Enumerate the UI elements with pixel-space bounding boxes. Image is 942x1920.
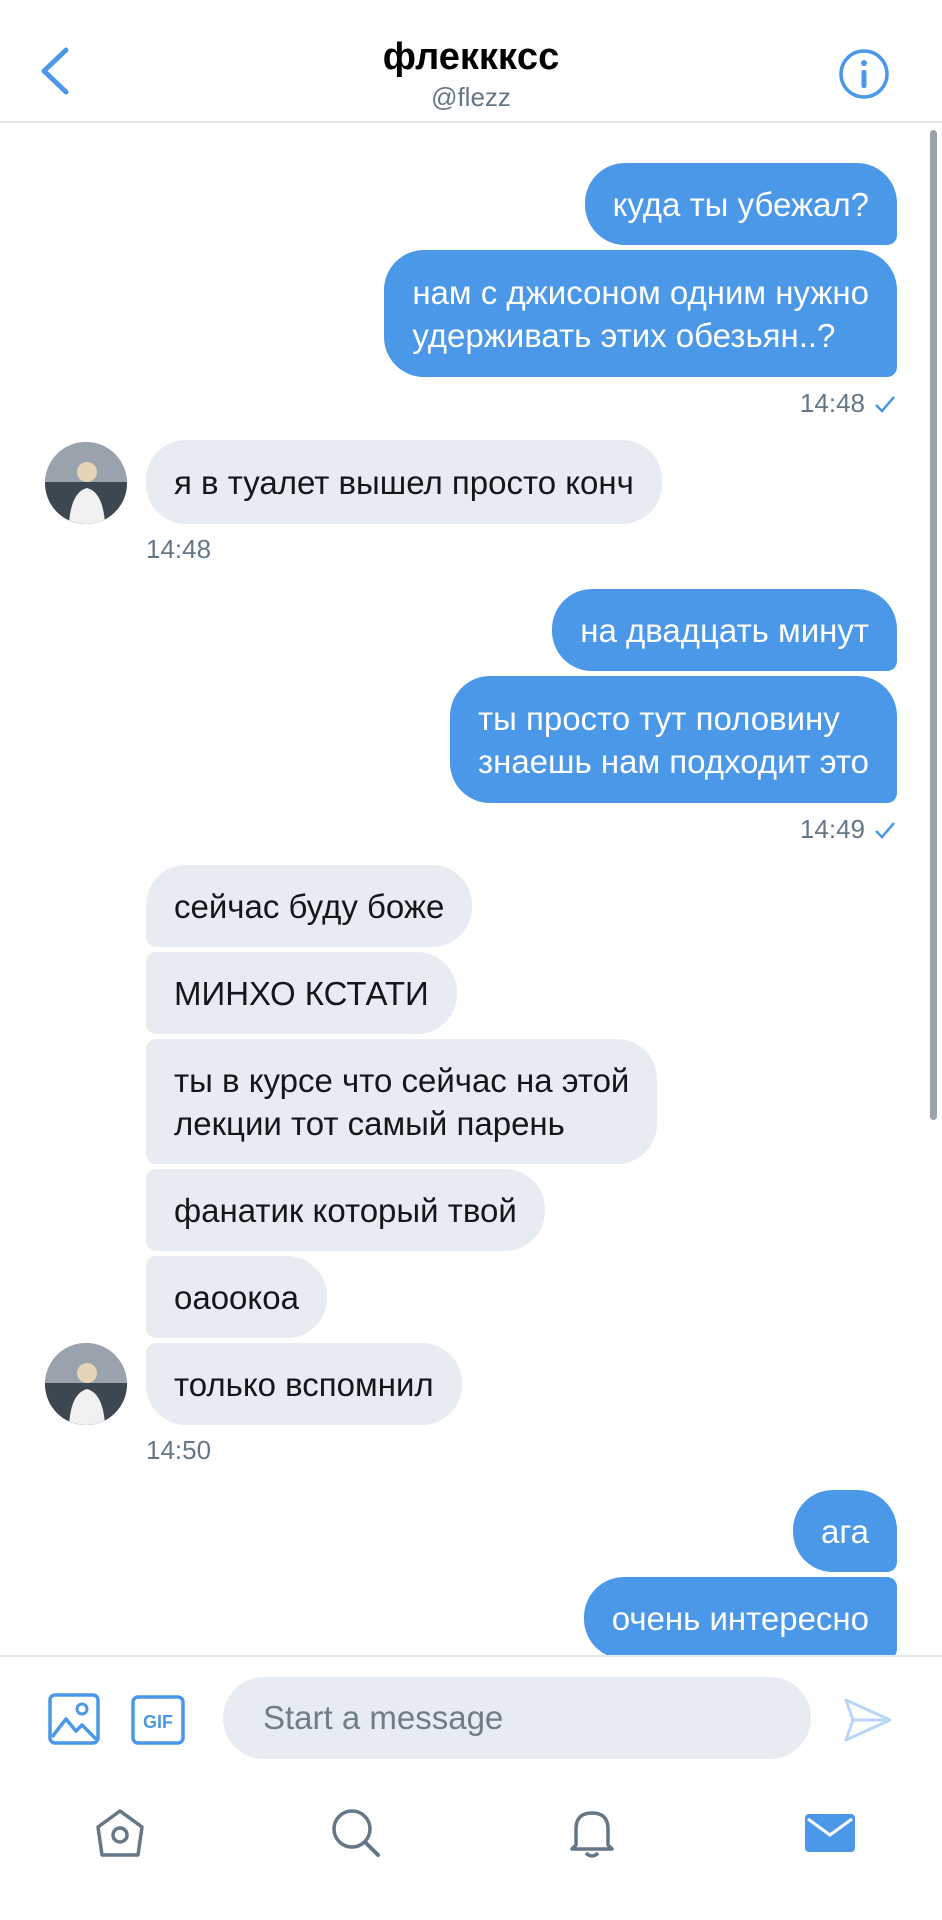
message-bubble-outgoing[interactable]: очень интересно (583, 1577, 897, 1655)
message-bubble-incoming[interactable]: только вспомнил (146, 1343, 462, 1425)
scrollbar[interactable] (930, 130, 937, 1120)
message-bubble-incoming[interactable]: оаоокоа (146, 1256, 327, 1338)
avatar-image (45, 1343, 127, 1425)
message-timestamp: 14:49 (800, 814, 897, 845)
timestamp-text: 14:49 (799, 814, 865, 844)
message-thread[interactable]: куда ты убежал? нам с джисоном одним нуж… (0, 123, 942, 1655)
message-timestamp: 14:48 (146, 534, 212, 564)
gif-icon[interactable]: GIF (131, 1695, 185, 1745)
send-icon[interactable] (843, 1697, 893, 1743)
message-bubble-incoming[interactable]: сейчас буду боже (146, 865, 473, 947)
timestamp-text: 14:48 (799, 388, 865, 418)
message-bubble-incoming[interactable]: МИНХО КСТАТИ (146, 952, 457, 1034)
conversation-title[interactable]: флекккcс (0, 36, 942, 79)
gif-label: GIF (143, 1712, 173, 1732)
conversation-handle: @flezz (431, 82, 511, 112)
sent-check-icon (875, 395, 895, 413)
message-composer: GIF (0, 1655, 942, 1765)
message-timestamp: 14:48 (800, 388, 897, 419)
mail-icon[interactable] (802, 1805, 858, 1861)
avatar[interactable] (45, 1343, 127, 1425)
message-bubble-outgoing[interactable]: куда ты убежал? (584, 163, 897, 245)
message-timestamp: 14:50 (146, 1435, 212, 1465)
message-bubble-outgoing[interactable]: ты просто тут половину знаешь нам подход… (449, 676, 897, 803)
avatar-image (45, 442, 127, 524)
image-icon[interactable] (48, 1693, 100, 1745)
message-input[interactable] (223, 1677, 811, 1759)
message-bubble-outgoing[interactable]: на двадцать минут (552, 589, 897, 671)
avatar[interactable] (45, 442, 127, 524)
conversation-header: флекккcс @flezz (0, 0, 942, 123)
info-icon[interactable] (838, 48, 890, 100)
message-bubble-outgoing[interactable]: ага (792, 1490, 897, 1572)
sent-check-icon (875, 821, 895, 839)
message-bubble-outgoing[interactable]: нам с джисоном одним нужно удерживать эт… (384, 250, 897, 377)
bottom-tab-bar (0, 1765, 942, 1920)
message-bubble-incoming[interactable]: фанатик который твой (146, 1169, 545, 1251)
bell-icon[interactable] (564, 1805, 620, 1861)
home-icon[interactable] (92, 1805, 148, 1861)
search-icon[interactable] (328, 1805, 384, 1861)
message-bubble-incoming[interactable]: ты в курсе что сейчас на этой лекции тот… (146, 1039, 658, 1164)
message-bubble-incoming[interactable]: я в туалет вышел просто конч (146, 440, 662, 524)
